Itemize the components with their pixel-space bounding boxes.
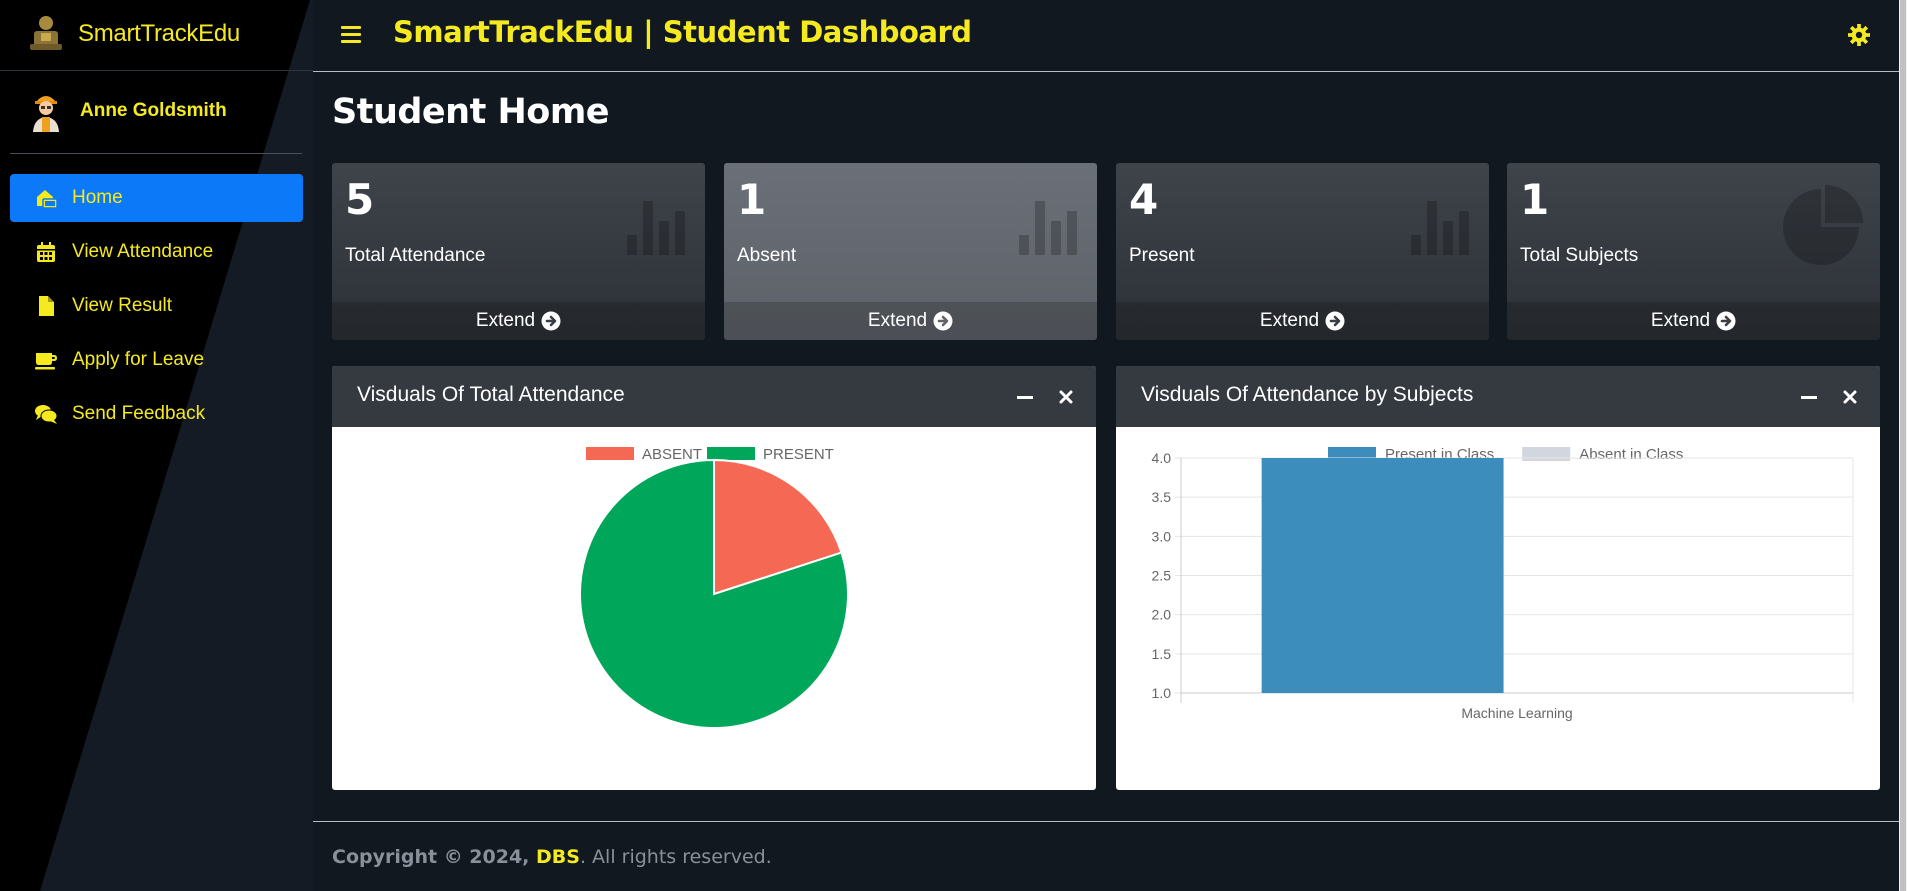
- stat-extend-link[interactable]: Extend: [724, 302, 1097, 340]
- copyright-suffix: . All rights reserved.: [579, 846, 772, 868]
- card-title: Visduals Of Total Attendance: [357, 383, 625, 406]
- x-tick-label: Machine Learning: [1461, 705, 1572, 721]
- y-tick-label: 2.5: [1152, 568, 1172, 584]
- arrow-circle-right-icon: [1716, 311, 1736, 331]
- legend-label: PRESENT: [763, 446, 834, 463]
- minimize-icon[interactable]: [1017, 396, 1033, 399]
- sidebar-divider: [10, 153, 302, 154]
- y-tick-label: 1.0: [1152, 685, 1172, 701]
- brand-link[interactable]: SmartTrackEdu: [0, 0, 313, 71]
- stat-box-present: 4 Present Extend: [1116, 163, 1489, 340]
- sidebar-item-label: View Attendance: [72, 241, 214, 262]
- minimize-icon[interactable]: [1801, 396, 1817, 399]
- y-tick-label: 1.5: [1152, 646, 1172, 662]
- sidebar-item-view-result[interactable]: View Result: [10, 282, 303, 330]
- extend-label: Extend: [867, 310, 928, 331]
- bar-present-in-class: [1261, 458, 1504, 693]
- sidebar-item-home[interactable]: Home: [10, 174, 303, 222]
- page-title: Student Home: [332, 92, 610, 132]
- footer-divider: [313, 821, 1899, 822]
- sidebar-item-send-feedback[interactable]: Send Feedback: [10, 390, 303, 438]
- sidebar-item-apply-for-leave[interactable]: Apply for Leave: [10, 336, 303, 384]
- sidebar-item-view-attendance[interactable]: View Attendance: [10, 228, 303, 276]
- card-title: Visduals Of Attendance by Subjects: [1141, 383, 1474, 406]
- sidebar-item-label: Send Feedback: [72, 403, 206, 424]
- sidebar: SmartTrackEdu Anne Goldsmith Home View A…: [0, 0, 313, 891]
- pie-chart-icon: [1783, 185, 1863, 265]
- sidebar-item-label: Apply for Leave: [72, 349, 205, 370]
- close-icon[interactable]: [1058, 389, 1074, 405]
- stat-extend-link[interactable]: Extend: [1507, 302, 1880, 340]
- sidebar-diagonal-shade: [40, 0, 313, 891]
- bar-chart-icon: [1411, 201, 1469, 255]
- comments-icon: [35, 405, 58, 424]
- stat-extend-link[interactable]: Extend: [1116, 302, 1489, 340]
- avatar: [33, 96, 59, 132]
- legend-swatch: [707, 447, 755, 460]
- file-icon: [39, 296, 54, 316]
- extend-label: Extend: [1259, 310, 1320, 331]
- user-name: Anne Goldsmith: [80, 100, 227, 121]
- pie-chart: ABSENT PRESENT: [579, 446, 849, 729]
- close-icon[interactable]: [1842, 389, 1858, 405]
- footer: Copyright © 2024, DBS. All rights reserv…: [332, 846, 772, 868]
- bar-chart-icon: [627, 201, 685, 255]
- stat-value: 5: [345, 175, 375, 224]
- card-header: Visduals Of Total Attendance: [332, 366, 1096, 427]
- coffee-icon: [35, 353, 57, 370]
- stat-box-total-attendance: 5 Total Attendance Extend: [332, 163, 705, 340]
- menu-toggle-icon[interactable]: [341, 26, 361, 44]
- home-icon: [37, 190, 58, 209]
- card-header: Visduals Of Attendance by Subjects: [1116, 366, 1880, 427]
- stat-label: Absent: [737, 245, 797, 266]
- stat-label: Present: [1129, 245, 1195, 266]
- copyright-prefix: Copyright © 2024,: [332, 846, 537, 868]
- sidebar-item-label: Home: [72, 187, 123, 208]
- y-tick-label: 2.0: [1152, 607, 1172, 623]
- legend-swatch: [1522, 447, 1571, 461]
- arrow-circle-right-icon: [541, 311, 561, 331]
- stat-label: Total Subjects: [1520, 245, 1639, 266]
- arrow-circle-right-icon: [1325, 311, 1345, 331]
- stat-box-absent: 1 Absent Extend: [724, 163, 1097, 340]
- extend-label: Extend: [1650, 310, 1711, 331]
- y-tick-label: 3.5: [1152, 489, 1172, 505]
- arrow-circle-right-icon: [933, 311, 953, 331]
- attendance-by-subject-card: Visduals Of Attendance by Subjects Prese…: [1116, 366, 1880, 790]
- legend-swatch: [586, 447, 634, 460]
- top-navbar: SmartTrackEdu | Student Dashboard: [313, 0, 1899, 72]
- calendar-icon: [37, 242, 55, 262]
- stat-extend-link[interactable]: Extend: [332, 302, 705, 340]
- brand-name: SmartTrackEdu: [78, 20, 240, 47]
- y-tick-label: 4.0: [1152, 450, 1172, 466]
- brand-logo-icon: [30, 16, 62, 50]
- sidebar-nav: Home View Attendance View Result Apply f…: [10, 174, 303, 444]
- extend-label: Extend: [475, 310, 536, 331]
- gear-icon[interactable]: [1848, 24, 1870, 46]
- scrollbar-thumb[interactable]: [1900, 0, 1906, 891]
- stat-label: Total Attendance: [345, 245, 486, 266]
- stat-value: 1: [737, 175, 767, 224]
- y-tick-label: 3.0: [1152, 528, 1172, 544]
- stat-value: 4: [1129, 175, 1159, 224]
- sidebar-item-label: View Result: [72, 295, 172, 316]
- total-attendance-card: Visduals Of Total Attendance ABSENT PRESE…: [332, 366, 1096, 790]
- legend-label: ABSENT: [642, 446, 702, 463]
- page-header: SmartTrackEdu | Student Dashboard: [393, 15, 972, 49]
- stat-value: 1: [1520, 175, 1550, 224]
- bar-chart-icon: [1019, 201, 1077, 255]
- bar-chart: Present in Class Absent in Class4.03.53.0…: [1152, 446, 1854, 721]
- stat-box-total-subjects: 1 Total Subjects Extend: [1507, 163, 1880, 340]
- footer-brand-link[interactable]: DBS: [536, 846, 580, 868]
- legend-label: Absent in Class: [1579, 446, 1683, 463]
